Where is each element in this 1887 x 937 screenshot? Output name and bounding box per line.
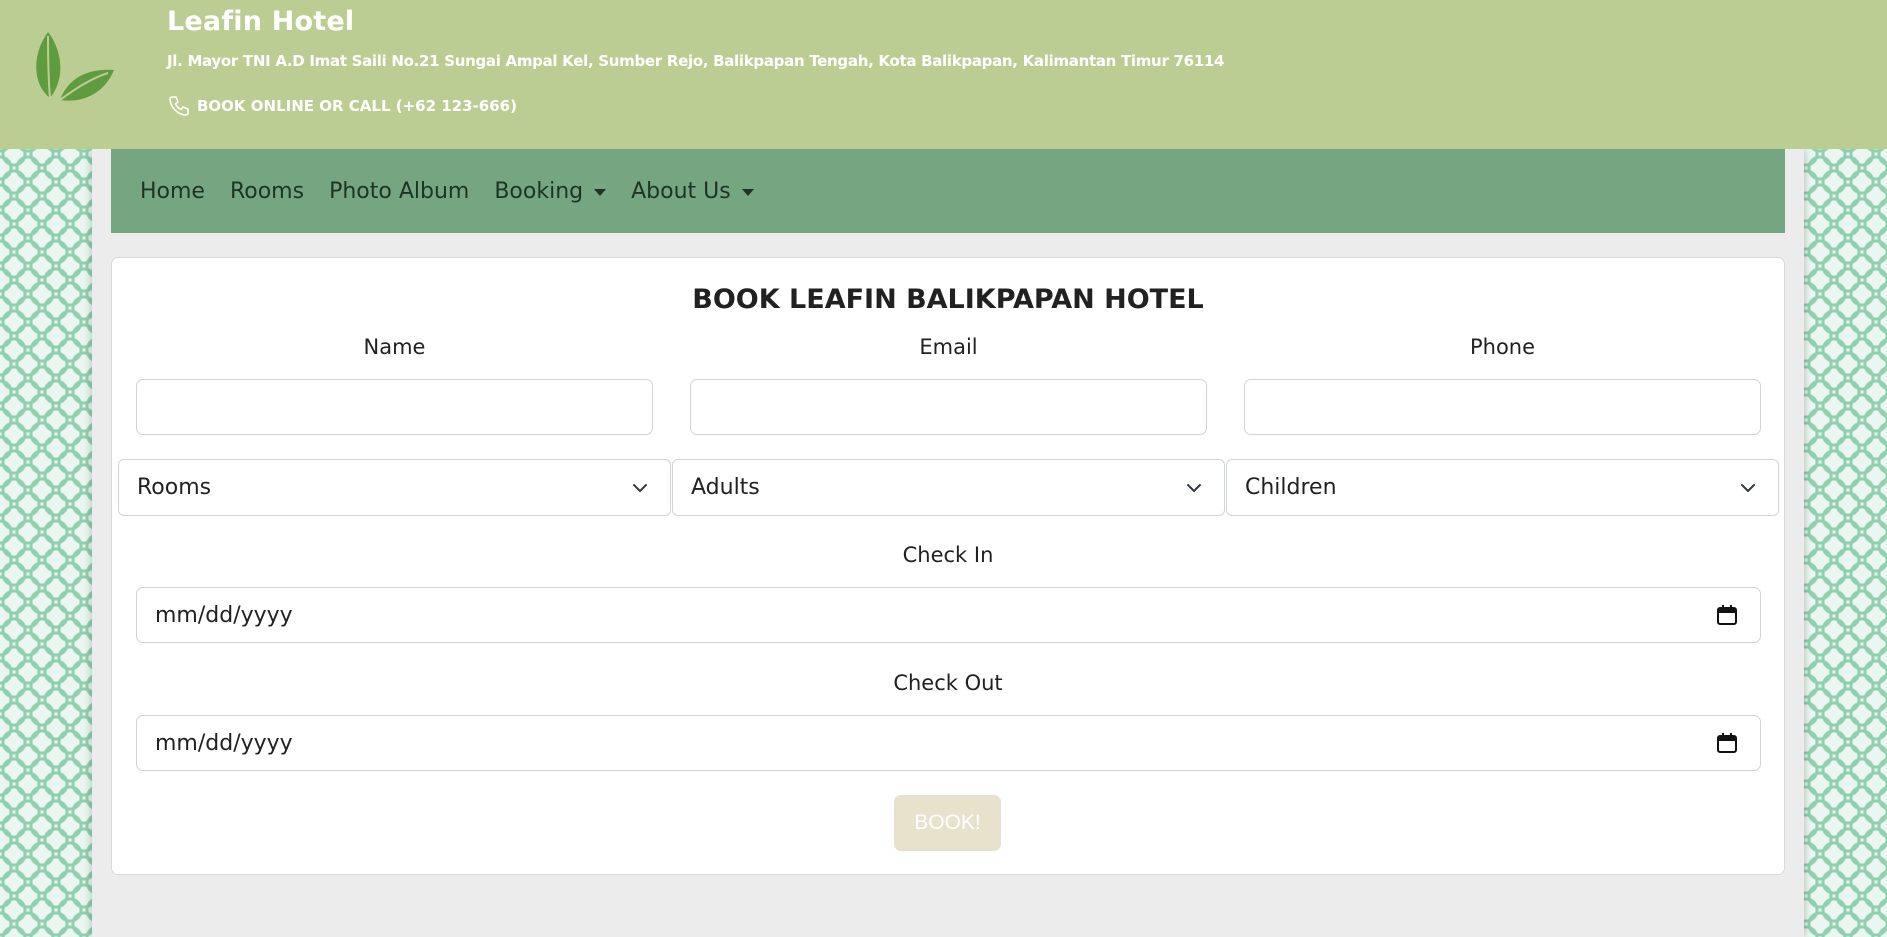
- email-input[interactable]: [690, 379, 1207, 435]
- check-out-date-value: mm/dd/yyyy: [155, 730, 293, 756]
- nav-booking-label: Booking: [494, 178, 584, 204]
- check-in-date-value: mm/dd/yyyy: [155, 602, 293, 628]
- chevron-down-icon: [1187, 484, 1201, 492]
- nav-rooms-label: Rooms: [229, 178, 305, 204]
- email-label: Email: [919, 335, 978, 359]
- phone-label: Phone: [1469, 335, 1536, 359]
- check-in-label: Check In: [902, 543, 994, 567]
- nav-photo-album-link[interactable]: Photo Album: [329, 179, 469, 204]
- adults-select-value: Adults: [691, 475, 760, 500]
- hotel-brand-name: Leafin Hotel: [167, 6, 355, 37]
- book-button[interactable]: BOOK!: [894, 795, 1001, 851]
- phone-input[interactable]: [1244, 379, 1761, 435]
- adults-select[interactable]: Adults: [672, 459, 1225, 516]
- nav-home-label: Home: [140, 178, 205, 204]
- children-select[interactable]: Children: [1226, 459, 1779, 516]
- booking-form-title: BOOK LEAFIN BALIKPAPAN HOTEL: [692, 284, 1204, 315]
- name-input[interactable]: [136, 379, 653, 435]
- check-in-date-input[interactable]: mm/dd/yyyy: [136, 587, 1761, 643]
- calendar-icon[interactable]: [1716, 604, 1738, 626]
- nav-rooms-link[interactable]: Rooms: [230, 179, 304, 204]
- name-label: Name: [363, 335, 426, 359]
- caret-down-icon: [594, 188, 607, 196]
- nav-booking-dropdown[interactable]: Booking: [494, 178, 607, 204]
- booking-form-card: BOOK LEAFIN BALIKPAPAN HOTEL Name Email …: [111, 257, 1785, 875]
- rooms-select-value: Rooms: [137, 475, 212, 500]
- rooms-select[interactable]: Rooms: [118, 459, 671, 516]
- call-info: BOOK ONLINE OR CALL (+62 123-666): [167, 94, 517, 118]
- phone-icon: [169, 96, 189, 116]
- leaf-logo-icon[interactable]: [28, 26, 118, 106]
- nav-about-us-dropdown[interactable]: About Us: [631, 179, 754, 204]
- main-navbar: Home Rooms Photo Album Booking About Us: [111, 149, 1785, 233]
- call-text: BOOK ONLINE OR CALL (+62 123-666): [197, 97, 517, 115]
- nav-about-us-label: About Us: [631, 178, 731, 204]
- calendar-icon[interactable]: [1716, 732, 1738, 754]
- caret-down-icon: [741, 188, 754, 196]
- chevron-down-icon: [633, 484, 647, 492]
- chevron-down-icon: [1741, 484, 1755, 492]
- check-out-date-input[interactable]: mm/dd/yyyy: [136, 715, 1761, 771]
- hotel-address: Jl. Mayor TNI A.D Imat Saili No.21 Sunga…: [167, 52, 1225, 70]
- check-out-label: Check Out: [893, 671, 1003, 695]
- children-select-value: Children: [1245, 475, 1337, 500]
- site-header: Leafin Hotel Jl. Mayor TNI A.D Imat Sail…: [0, 0, 1887, 149]
- nav-photo-album-label: Photo Album: [329, 178, 470, 204]
- nav-home-link[interactable]: Home: [140, 179, 205, 204]
